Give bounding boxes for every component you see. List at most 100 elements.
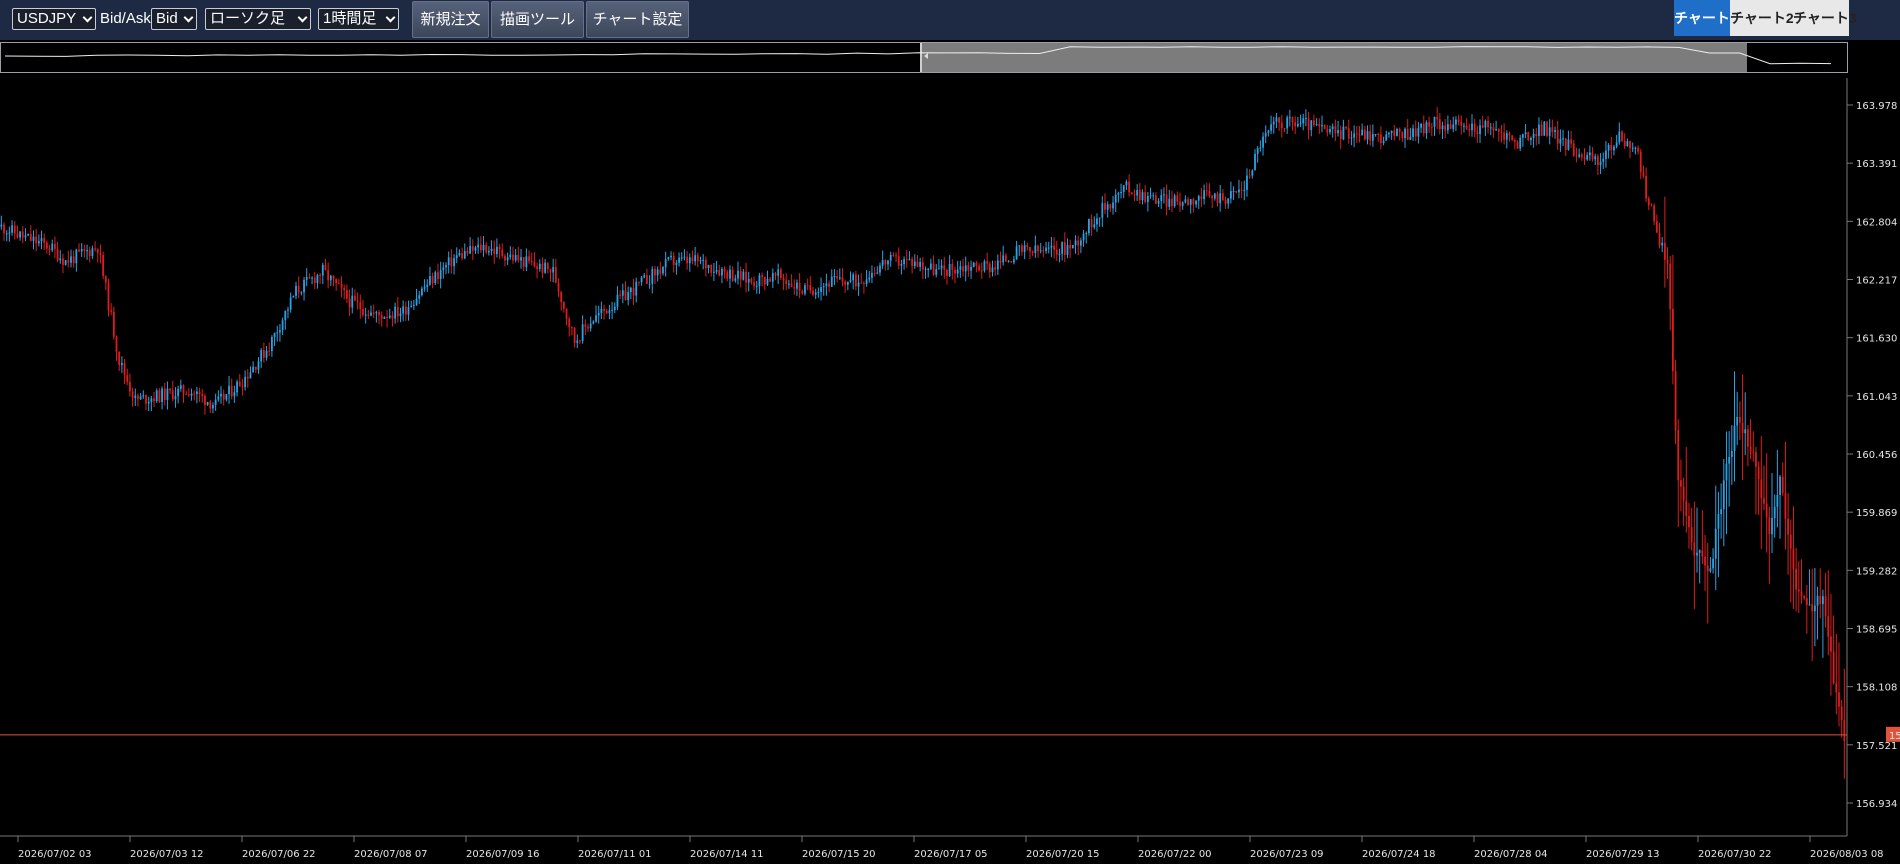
- candle-body: [402, 306, 405, 314]
- candle-body: [788, 283, 790, 285]
- candle-body: [828, 283, 830, 287]
- candle-body: [1495, 129, 1497, 131]
- candle-body: [999, 260, 1002, 263]
- x-tick-label: 2026/07/22 00: [1138, 849, 1212, 860]
- candle-body: [1556, 130, 1559, 144]
- candle-body: [1827, 616, 1830, 637]
- y-tick-label: 158.108: [1856, 683, 1897, 694]
- candle-body: [769, 278, 772, 282]
- candle-body: [163, 388, 166, 400]
- price-chart[interactable]: 163.978 163.391 162.804 162.217 161.630 161.0…: [0, 0, 1900, 864]
- candle-body: [265, 350, 268, 358]
- candle-body: [680, 257, 683, 259]
- candle-body: [83, 249, 86, 251]
- candle-body: [683, 256, 686, 258]
- candle-body: [571, 327, 573, 329]
- candle-body: [1572, 143, 1575, 156]
- candle-body: [1768, 517, 1771, 535]
- candle-body: [1004, 255, 1007, 262]
- candle-body: [343, 287, 346, 291]
- y-tick-label: 162.804: [1856, 217, 1897, 228]
- candle-body: [852, 274, 855, 281]
- candle-body: [854, 274, 857, 287]
- candle-body: [1621, 131, 1623, 141]
- candle-body: [482, 244, 485, 251]
- candle-body: [1323, 125, 1326, 130]
- candle-body: [201, 394, 204, 396]
- candle-body: [1738, 417, 1741, 423]
- candle-body: [147, 401, 150, 404]
- candle-body: [161, 388, 163, 402]
- candle-body: [946, 269, 948, 277]
- candle-body: [723, 268, 726, 272]
- candle-body: [913, 261, 916, 266]
- candle-body: [5, 233, 8, 235]
- candle-body: [1422, 123, 1425, 134]
- x-tick-label: 2026/07/14 11: [690, 849, 764, 860]
- candle-body: [1093, 224, 1096, 228]
- candle-body: [1288, 117, 1291, 119]
- candle-body: [1377, 134, 1380, 136]
- candle-body: [254, 366, 257, 370]
- candle-body: [311, 277, 313, 279]
- candle-body: [276, 332, 279, 334]
- candle-body: [814, 292, 817, 295]
- y-tick-label: 163.391: [1856, 159, 1897, 170]
- candle-body: [1262, 136, 1264, 148]
- candle-body: [179, 385, 182, 389]
- candle-body: [238, 381, 241, 387]
- candle-body: [131, 391, 134, 398]
- candle-body: [562, 302, 565, 309]
- candle-body: [755, 285, 758, 287]
- candle-body: [1511, 135, 1514, 141]
- candle-body: [1163, 194, 1165, 196]
- candle-body: [346, 290, 348, 299]
- candle-body: [241, 386, 244, 388]
- candle-body: [1757, 466, 1760, 480]
- candle-body: [1342, 126, 1345, 140]
- candle-body: [91, 248, 94, 257]
- candle-body: [1639, 151, 1642, 173]
- candle-body: [1371, 134, 1374, 141]
- candle-body: [608, 310, 611, 314]
- candle-body: [1358, 134, 1361, 136]
- candle-body: [1138, 190, 1141, 201]
- candle-body: [1709, 568, 1712, 572]
- candle-body: [1077, 240, 1080, 246]
- candle-body: [1061, 242, 1064, 254]
- candle-body: [1476, 131, 1479, 134]
- candle-body: [670, 255, 672, 258]
- candle-body: [1050, 245, 1053, 248]
- candle-body: [956, 269, 959, 274]
- candle-body: [0, 224, 3, 227]
- candle-body: [295, 285, 297, 297]
- candle-body: [1519, 137, 1522, 149]
- candle-body: [115, 336, 118, 352]
- candle-body: [300, 292, 303, 294]
- candle-body: [1296, 123, 1299, 127]
- candle-body: [838, 277, 841, 279]
- candle-body: [632, 287, 635, 296]
- y-tick-label: 163.978: [1856, 101, 1897, 112]
- candle-body: [1347, 128, 1350, 139]
- candle-body: [1130, 192, 1133, 195]
- candle-body: [450, 257, 453, 267]
- candle-body: [514, 255, 517, 261]
- candle-body: [1417, 127, 1420, 137]
- candle-body: [841, 277, 844, 282]
- candle-body: [155, 390, 158, 402]
- candle-body: [533, 261, 536, 267]
- candle-body: [1350, 137, 1353, 139]
- candle-body: [324, 264, 327, 271]
- candle-body: [1053, 245, 1055, 250]
- candle-body: [1803, 596, 1806, 599]
- candle-body: [753, 282, 755, 287]
- candle-body: [509, 254, 512, 258]
- candle-body: [236, 381, 238, 393]
- candle-body: [1690, 527, 1693, 543]
- candle-body: [1808, 604, 1811, 606]
- candle-body: [120, 362, 123, 366]
- candle-body: [244, 376, 247, 388]
- candle-body: [1771, 517, 1773, 535]
- candle-body: [479, 244, 482, 251]
